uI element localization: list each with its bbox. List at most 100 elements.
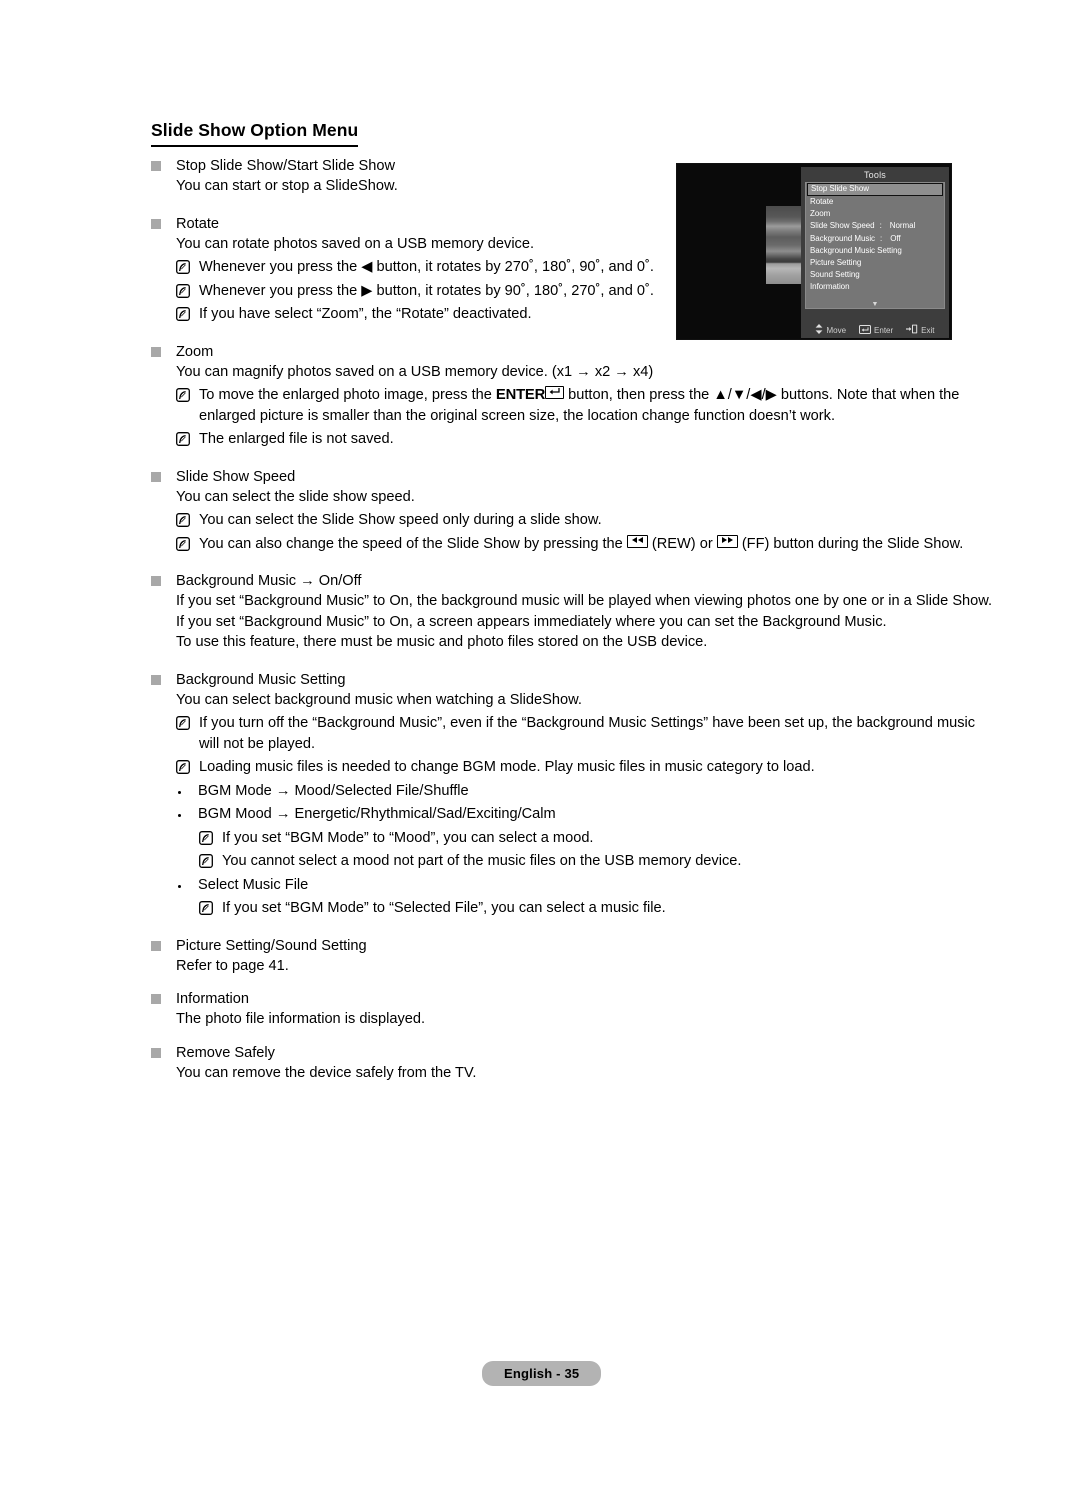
note-text-pre: You can also change the speed of the Sli… bbox=[199, 535, 627, 552]
note-text-pre: To move the enlarged photo image, press … bbox=[199, 387, 496, 403]
note-row: You can select the Slide Show speed only… bbox=[176, 510, 996, 531]
note-text: Whenever you press the ◀ button, it rota… bbox=[199, 259, 654, 275]
square-bullet-icon bbox=[151, 346, 161, 357]
section-body-line: You can select the slide show speed. bbox=[176, 488, 415, 505]
section-heading-row: Information bbox=[151, 989, 996, 1009]
note-row: Loading music files is needed to change … bbox=[176, 757, 996, 778]
section-heading: Background Music → On/Off bbox=[176, 573, 362, 589]
square-bullet-icon bbox=[151, 674, 161, 685]
square-bullet-icon bbox=[151, 940, 161, 951]
note-text: If you have select “Zoom”, the “Rotate” … bbox=[199, 306, 532, 322]
note-text-post: (FF) button during the Slide Show. bbox=[737, 535, 964, 552]
section-body-line: If you set “Background Music” to On, a s… bbox=[176, 613, 887, 630]
note-memo-icon bbox=[199, 901, 213, 915]
manual-section: Background Music Setting You can select b… bbox=[151, 670, 996, 919]
section-body-line: You can select background music when wat… bbox=[176, 691, 582, 708]
note-memo-icon bbox=[176, 513, 190, 527]
note-text: To move the enlarged photo image, press … bbox=[199, 385, 996, 426]
dot-bullet-icon bbox=[178, 814, 181, 817]
enter-label: ENTER bbox=[495, 387, 546, 403]
square-bullet-icon bbox=[151, 218, 161, 229]
section-body-line: You can start or stop a SlideShow. bbox=[176, 178, 398, 194]
note-memo-icon bbox=[176, 260, 190, 274]
note-memo-icon bbox=[176, 307, 190, 321]
bullet-text: BGM Mode → Mood/Selected File/Shuffle bbox=[198, 782, 469, 799]
note-memo-icon bbox=[176, 716, 190, 730]
manual-section: Background Music → On/Off If you set “Bac… bbox=[151, 571, 996, 653]
section-heading-row: Slide Show Speed bbox=[151, 467, 996, 487]
note-memo-icon bbox=[176, 388, 190, 402]
note-memo-icon bbox=[176, 432, 190, 446]
manual-section: Stop Slide Show/Start Slide Show You can … bbox=[151, 156, 996, 197]
manual-section: Picture Setting/Sound Setting Refer to pa… bbox=[151, 936, 996, 977]
section-heading-row: Background Music Setting bbox=[151, 670, 996, 690]
manual-body: Stop Slide Show/Start Slide Show You can … bbox=[151, 156, 996, 1100]
note-row: Whenever you press the ◀ button, it rota… bbox=[176, 257, 996, 278]
manual-section: Slide Show Speed You can select the slide… bbox=[151, 467, 996, 555]
section-body-line: Refer to page 41. bbox=[176, 957, 289, 974]
dot-bullet-icon bbox=[178, 790, 181, 794]
bullet-row: Select Music File bbox=[178, 875, 996, 896]
manual-section: Zoom You can magnify photos saved on a US… bbox=[151, 342, 996, 450]
dot-bullet-icon bbox=[178, 884, 181, 888]
section-heading: Information bbox=[176, 991, 250, 1007]
note-text: Loading music files is needed to change … bbox=[199, 759, 815, 775]
section-heading-row: Rotate bbox=[151, 214, 996, 234]
note-row: You cannot select a mood not part of the… bbox=[199, 851, 996, 872]
section-body-line: The photo file information is displayed. bbox=[176, 1011, 426, 1027]
manual-section: Remove Safely You can remove the device s… bbox=[151, 1043, 996, 1084]
section-heading: Background Music Setting bbox=[176, 671, 346, 688]
section-body-line: If you set “Background Music” to On, the… bbox=[176, 593, 993, 609]
note-text: If you set “BGM Mode” to “Selected File”… bbox=[222, 900, 666, 916]
section-heading: Stop Slide Show/Start Slide Show bbox=[176, 158, 396, 174]
note-memo-icon bbox=[199, 830, 213, 845]
section-heading-row: Picture Setting/Sound Setting bbox=[151, 936, 996, 956]
square-bullet-icon bbox=[151, 161, 161, 171]
section-body-line: To use this feature, there must be music… bbox=[176, 634, 708, 650]
note-memo-icon bbox=[199, 854, 213, 868]
note-row: If you have select “Zoom”, the “Rotate” … bbox=[176, 304, 996, 325]
note-memo-icon bbox=[176, 283, 190, 298]
square-bullet-icon bbox=[151, 576, 161, 586]
bullet-row: BGM Mode → Mood/Selected File/Shuffle bbox=[178, 781, 996, 802]
note-memo-icon bbox=[176, 760, 190, 774]
note-row: To move the enlarged photo image, press … bbox=[176, 385, 996, 426]
section-body-line: You can rotate photos saved on a USB mem… bbox=[176, 235, 535, 252]
section-heading-row: Background Music → On/Off bbox=[151, 571, 996, 591]
page-title: Slide Show Option Menu bbox=[151, 120, 359, 147]
section-body-line: You can remove the device safely from th… bbox=[176, 1064, 477, 1081]
manual-section: Rotate You can rotate photos saved on a U… bbox=[151, 214, 996, 325]
note-text: The enlarged file is not saved. bbox=[199, 431, 394, 447]
section-heading-row: Zoom bbox=[151, 342, 996, 362]
square-bullet-icon bbox=[151, 1047, 161, 1058]
note-row: If you set “BGM Mode” to “Selected File”… bbox=[199, 898, 996, 919]
square-bullet-icon bbox=[151, 471, 161, 482]
section-heading: Zoom bbox=[176, 343, 214, 360]
section-heading: Remove Safely bbox=[176, 1044, 275, 1061]
section-heading-row: Remove Safely bbox=[151, 1043, 996, 1063]
manual-section: Information The photo file information is… bbox=[151, 989, 996, 1030]
note-text: You can also change the speed of the Sli… bbox=[199, 534, 963, 555]
manual-page: Slide Show Option Menu Tools Stop Slide … bbox=[0, 0, 1080, 1488]
note-row: The enlarged file is not saved. bbox=[176, 429, 996, 450]
bullet-row: BGM Mood → Energetic/Rhythmical/Sad/Exci… bbox=[178, 804, 996, 825]
section-body-line: You can magnify photos saved on a USB me… bbox=[176, 363, 654, 380]
note-row: If you turn off the “Background Music”, … bbox=[176, 713, 996, 754]
page-footer-badge: English - 35 bbox=[482, 1361, 602, 1386]
note-row: If you set “BGM Mode” to “Mood”, you can… bbox=[199, 828, 996, 849]
bullet-text: BGM Mood → Energetic/Rhythmical/Sad/Exci… bbox=[198, 806, 556, 822]
note-text: Whenever you press the ▶ button, it rota… bbox=[199, 282, 654, 299]
note-text: You can select the Slide Show speed only… bbox=[199, 512, 602, 528]
note-row: You can also change the speed of the Sli… bbox=[176, 534, 996, 555]
note-memo-icon bbox=[176, 536, 190, 551]
section-heading-row: Stop Slide Show/Start Slide Show bbox=[151, 156, 996, 176]
note-text: You cannot select a mood not part of the… bbox=[222, 853, 742, 869]
section-heading: Rotate bbox=[176, 215, 219, 232]
note-text: If you set “BGM Mode” to “Mood”, you can… bbox=[222, 829, 594, 846]
fast-forward-key-icon bbox=[716, 534, 738, 548]
section-heading: Slide Show Speed bbox=[176, 468, 296, 485]
rewind-key-icon bbox=[626, 534, 648, 548]
note-text-mid: (REW) or bbox=[647, 535, 717, 552]
bullet-text: Select Music File bbox=[198, 876, 309, 893]
enter-key-icon bbox=[545, 386, 565, 399]
